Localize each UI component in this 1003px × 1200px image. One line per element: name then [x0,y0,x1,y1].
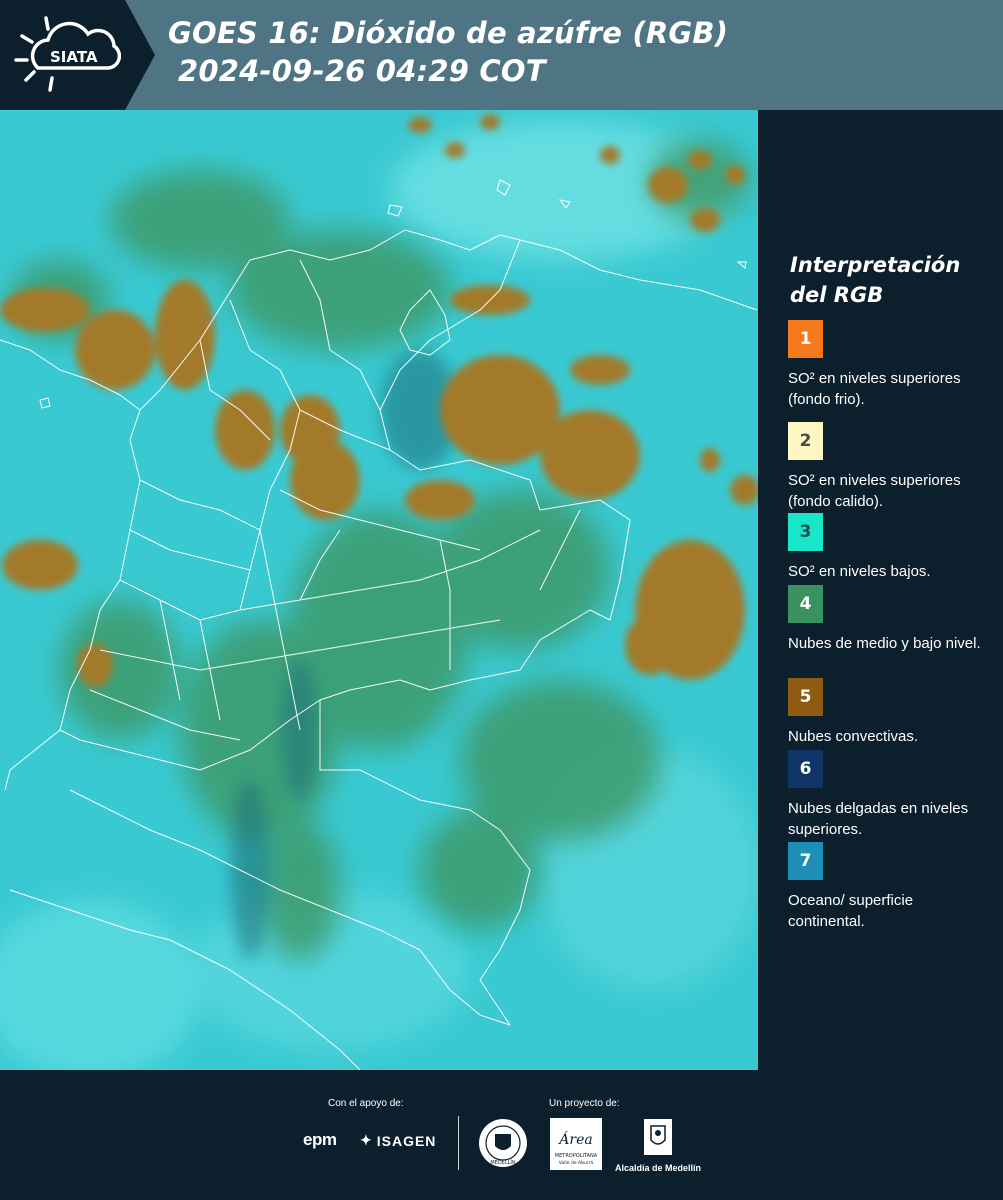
footer-bar: Con el apoyo de: Un proyecto de: epm ✦ I… [0,1070,1003,1200]
legend-swatch: 1 [788,320,823,358]
legend-label: SO² en niveles bajos. [788,563,931,580]
header-bar: SIATA GOES 16: Dióxido de azúfre (RGB) 2… [0,0,1003,110]
project-label: Un proyecto de: [549,1098,620,1109]
legend-item-1: 1 SO² en niveles superiores (fondo frio). [788,320,998,410]
legend-swatch: 3 [788,513,823,551]
page-title: GOES 16: Dióxido de azúfre (RGB) [168,16,729,50]
legend-title: Interpretación del RGB [790,253,961,307]
legend-item-7: 7 Oceano/ superficie continental. [788,842,998,932]
page-timestamp: 2024-09-26 04:29 COT [178,54,546,88]
legend-swatch: 7 [788,842,823,880]
isagen-logo: ✦ ISAGEN [360,1132,436,1149]
legend-label: Nubes delgadas en niveles superiores. [788,800,969,838]
siata-logo: SIATA [0,0,155,110]
legend-item-2: 2 SO² en niveles superiores (fondo calido… [788,422,998,512]
legend-item-4: 4 Nubes de medio y bajo nivel. [788,585,998,654]
amva-text: Área [557,1130,592,1148]
area-metropolitana-logo: Área METROPOLITANA Valle de Aburrá [550,1118,602,1170]
isagen-icon: ✦ [360,1132,373,1148]
legend-swatch: 4 [788,585,823,623]
legend-item-5: 5 Nubes convectivas. [788,678,998,747]
support-label: Con el apoyo de: [328,1098,404,1109]
alcaldia-label: Alcaldía de Medellín [614,1163,702,1173]
amva-sub2: Valle de Aburrá [559,1159,594,1166]
legend-panel: Interpretación del RGB 1 SO² en niveles s… [758,110,1003,1070]
legend-item-3: 3 SO² en niveles bajos. [788,513,998,582]
epm-logo: epm [303,1130,337,1149]
legend-swatch: 5 [788,678,823,716]
legend-label: Nubes convectivas. [788,728,919,745]
legend-item-6: 6 Nubes delgadas en niveles superiores. [788,750,998,840]
legend-label: SO² en niveles superiores (fondo frio). [788,370,961,408]
legend-swatch: 6 [788,750,823,788]
isagen-label: ISAGEN [376,1132,437,1149]
legend-label: SO² en niveles superiores (fondo calido)… [788,472,961,510]
seal-text: MEDELLÍN [490,1159,516,1166]
amva-sub: METROPOLITANA [555,1153,598,1159]
satellite-map [0,110,758,1070]
legend-swatch: 2 [788,422,823,460]
logo-text: SIATA [50,48,98,66]
legend-label: Nubes de medio y bajo nivel. [788,635,981,652]
legend-label: Oceano/ superficie continental. [788,892,914,930]
coat-of-arms-icon [644,1119,672,1155]
medellin-seal-icon: MEDELLÍN [479,1119,527,1167]
footer-divider [458,1116,459,1170]
alcaldia-logo: Alcaldía de Medellín [612,1118,704,1173]
